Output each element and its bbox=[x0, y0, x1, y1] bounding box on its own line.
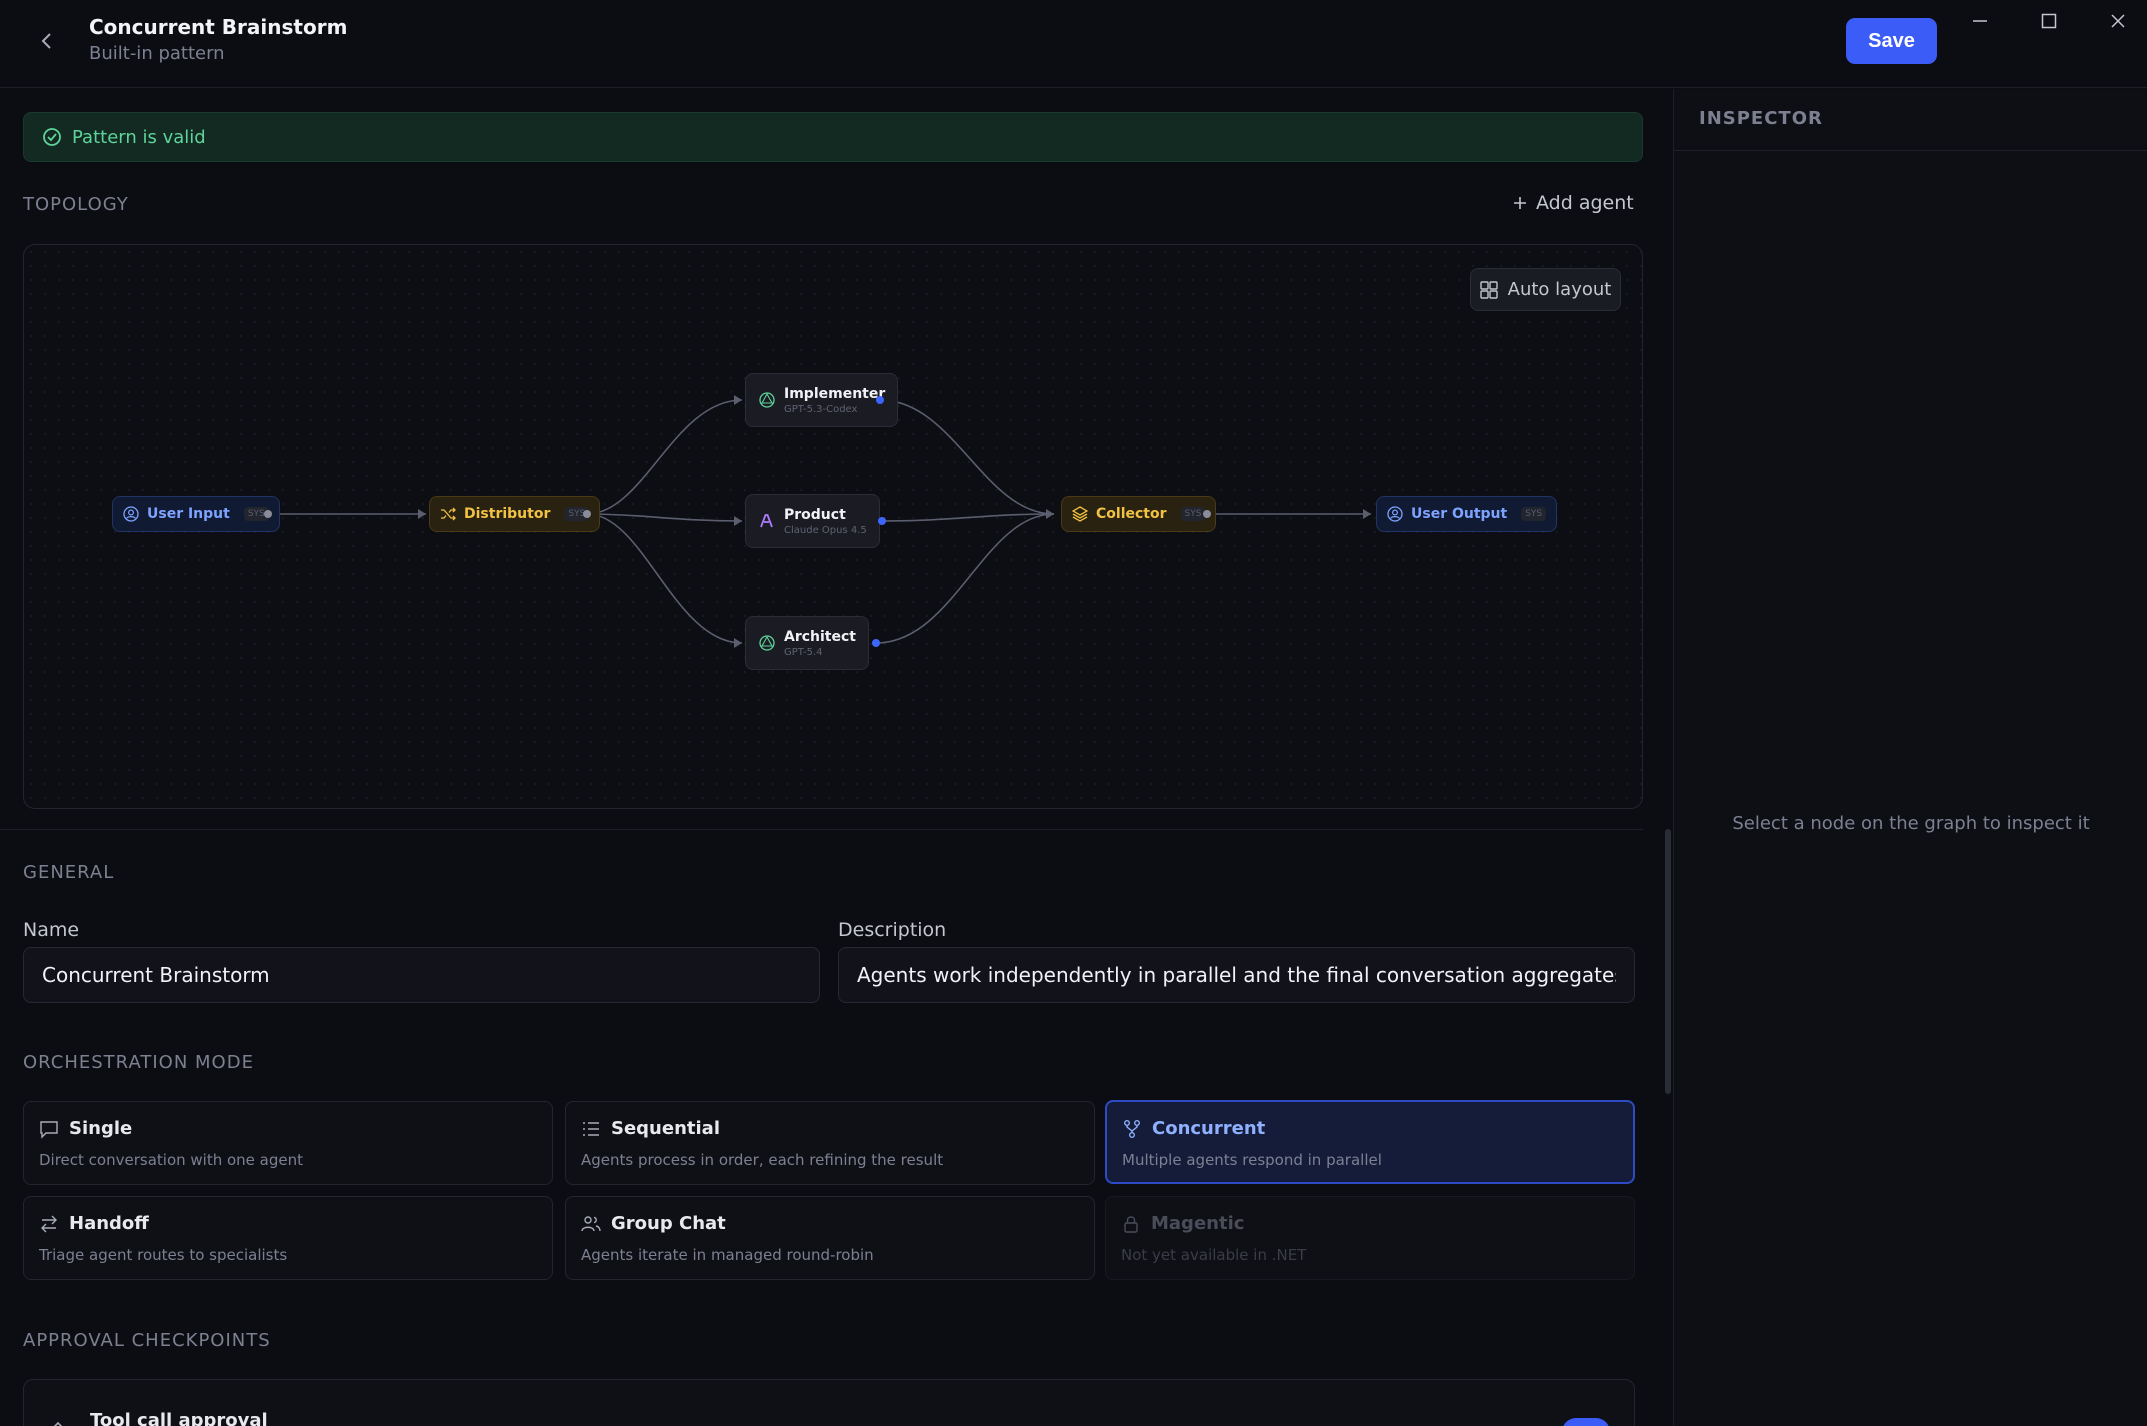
fork-icon bbox=[1124, 1119, 1140, 1138]
validation-banner: Pattern is valid bbox=[23, 112, 1643, 162]
minimize-icon bbox=[1973, 20, 1987, 22]
general-section-label: GENERAL bbox=[23, 862, 115, 883]
section-divider bbox=[0, 829, 1643, 830]
approval-title: Tool call approval bbox=[90, 1410, 268, 1426]
user-circle-icon bbox=[123, 506, 139, 522]
add-agent-button[interactable]: Add agent bbox=[1512, 192, 1634, 214]
mode-title: Single bbox=[69, 1118, 133, 1139]
approval-section-label: APPROVAL CHECKPOINTS bbox=[23, 1330, 271, 1351]
anthropic-icon bbox=[760, 514, 773, 528]
mode-single[interactable]: Single Direct conversation with one agen… bbox=[23, 1101, 553, 1185]
agent-model: GPT-5.3-Codex bbox=[784, 403, 858, 415]
page-subtitle: Built-in pattern bbox=[89, 43, 225, 64]
save-button[interactable]: Save bbox=[1846, 18, 1937, 64]
layers-icon bbox=[1072, 506, 1088, 522]
approval-tool-call[interactable]: Tool call approval bbox=[23, 1379, 1635, 1426]
output-port[interactable] bbox=[876, 396, 884, 404]
mode-description: Direct conversation with one agent bbox=[39, 1151, 303, 1169]
node-product[interactable]: Product Claude Opus 4.5 bbox=[745, 494, 880, 548]
mode-description: Triage agent routes to specialists bbox=[39, 1246, 288, 1264]
check-circle-icon bbox=[43, 128, 61, 146]
add-agent-label: Add agent bbox=[1536, 192, 1634, 214]
editor-panel: Pattern is valid TOPOLOGY Add agent Auto… bbox=[0, 89, 1672, 1426]
mode-group-chat[interactable]: Group Chat Agents iterate in managed rou… bbox=[565, 1196, 1095, 1280]
maximize-button[interactable] bbox=[2029, 6, 2069, 36]
inspector-title: INSPECTOR bbox=[1674, 89, 2147, 151]
mode-title: Sequential bbox=[611, 1118, 720, 1139]
node-distributor[interactable]: Distributor SYS bbox=[429, 496, 601, 532]
node-collector[interactable]: Collector SYS bbox=[1061, 496, 1217, 532]
description-label: Description bbox=[838, 919, 947, 941]
output-port[interactable] bbox=[1203, 510, 1211, 518]
mode-handoff[interactable]: Handoff Triage agent routes to specialis… bbox=[23, 1196, 553, 1280]
agent-name: Product bbox=[784, 506, 846, 523]
output-port[interactable] bbox=[872, 639, 880, 647]
scrollbar-thumb[interactable] bbox=[1665, 829, 1671, 1094]
name-input[interactable] bbox=[23, 947, 820, 1003]
node-user-output[interactable]: User Output SYS bbox=[1376, 496, 1558, 532]
agent-name: Implementer bbox=[784, 385, 886, 402]
orchestration-section-label: ORCHESTRATION MODE bbox=[23, 1052, 254, 1073]
openai-icon bbox=[759, 392, 775, 408]
validation-message: Pattern is valid bbox=[72, 126, 206, 148]
mode-title: Handoff bbox=[69, 1213, 149, 1234]
mode-description: Agents iterate in managed round-robin bbox=[581, 1246, 874, 1264]
topology-canvas[interactable]: Auto layout User Input SYS Distributor S… bbox=[23, 244, 1643, 809]
agent-name: Architect bbox=[784, 628, 856, 645]
inspector-empty-message: Select a node on the graph to inspect it bbox=[1732, 813, 2090, 834]
edge-distributor-product bbox=[586, 513, 743, 522]
output-port[interactable] bbox=[264, 510, 272, 518]
openai-icon bbox=[759, 635, 775, 651]
mode-concurrent[interactable]: Concurrent Multiple agents respond in pa… bbox=[1105, 1100, 1635, 1184]
edge-implementer-collector bbox=[879, 399, 1055, 515]
edge-distributor-implementer bbox=[586, 399, 743, 515]
node-architect[interactable]: Architect GPT-5.4 bbox=[745, 616, 869, 670]
node-label: User Output bbox=[1411, 506, 1508, 522]
node-label: Distributor bbox=[464, 506, 551, 522]
mode-title: Concurrent bbox=[1152, 1118, 1266, 1139]
mode-title: Group Chat bbox=[611, 1213, 726, 1234]
chevron-left-icon bbox=[41, 33, 51, 49]
node-label: User Input bbox=[147, 506, 230, 522]
inspector-panel: INSPECTOR Select a node on the graph to … bbox=[1673, 89, 2147, 1426]
agent-model: GPT-5.4 bbox=[784, 646, 823, 658]
back-button[interactable] bbox=[32, 24, 62, 58]
agent-model: Claude Opus 4.5 bbox=[784, 524, 867, 536]
close-button[interactable] bbox=[2098, 6, 2138, 36]
mode-description: Agents process in order, each refining t… bbox=[581, 1151, 944, 1169]
node-label: Collector bbox=[1096, 506, 1167, 522]
maximize-icon bbox=[2041, 13, 2057, 29]
lock-icon bbox=[1124, 1215, 1138, 1233]
chat-icon bbox=[40, 1120, 58, 1139]
sys-badge: SYS bbox=[1180, 507, 1206, 521]
sys-badge: SYS bbox=[1521, 507, 1547, 521]
title-bar: Concurrent Brainstorm Built-in pattern S… bbox=[0, 0, 2147, 88]
close-icon bbox=[2111, 14, 2125, 28]
swap-icon bbox=[41, 1215, 57, 1232]
page-title: Concurrent Brainstorm bbox=[89, 15, 348, 39]
edge-architect-collector bbox=[875, 513, 1055, 644]
plus-icon bbox=[1514, 197, 1526, 209]
output-port[interactable] bbox=[583, 510, 591, 518]
mode-sequential[interactable]: Sequential Agents process in order, each… bbox=[565, 1101, 1095, 1185]
chevron-up-icon bbox=[53, 1421, 63, 1426]
output-port[interactable] bbox=[878, 517, 886, 525]
list-icon bbox=[583, 1121, 599, 1136]
approval-toggle[interactable] bbox=[1562, 1418, 1610, 1426]
description-input[interactable] bbox=[838, 947, 1635, 1003]
shuffle-icon bbox=[441, 507, 456, 521]
mode-description: Not yet available in .NET bbox=[1121, 1246, 1307, 1264]
mode-magentic: Magentic Not yet available in .NET bbox=[1105, 1196, 1635, 1280]
user-circle-icon bbox=[1387, 506, 1403, 522]
edge-distributor-architect bbox=[586, 513, 743, 644]
name-label: Name bbox=[23, 919, 80, 941]
minimize-button[interactable] bbox=[1960, 6, 2000, 36]
group-icon bbox=[581, 1215, 601, 1231]
mode-description: Multiple agents respond in parallel bbox=[1122, 1151, 1382, 1169]
mode-title: Magentic bbox=[1151, 1213, 1245, 1234]
topology-section-label: TOPOLOGY bbox=[23, 194, 129, 215]
node-user-input[interactable]: User Input SYS bbox=[112, 496, 280, 532]
